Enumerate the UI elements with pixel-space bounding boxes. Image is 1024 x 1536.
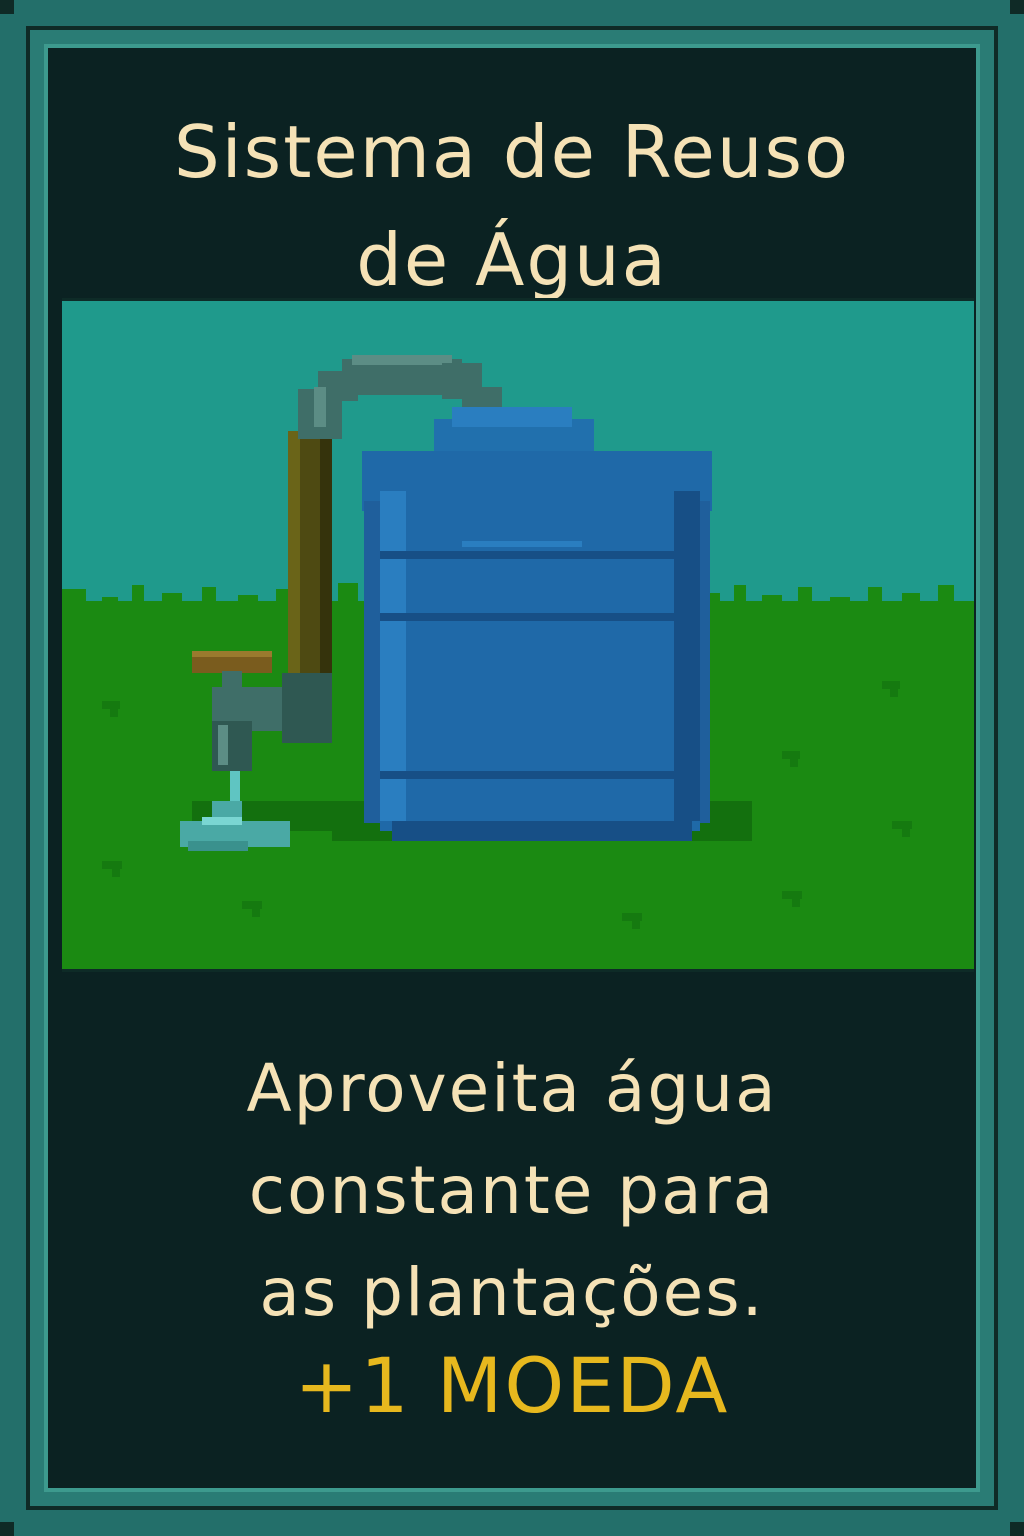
- card-description-line: constante para: [248, 1152, 776, 1229]
- frame-corner: [0, 0, 14, 14]
- game-card[interactable]: Sistema de Reuso de Água Aproveita água …: [0, 0, 1024, 1536]
- frame-corner: [1010, 0, 1024, 14]
- card-illustration: [62, 298, 974, 972]
- card-description-line: as plantações.: [259, 1254, 765, 1331]
- frame-corner: [0, 1522, 14, 1536]
- card-frame: Sistema de Reuso de Água Aproveita água …: [26, 26, 998, 1510]
- card-title: Sistema de Reuso de Água: [48, 98, 976, 314]
- reward-label: +1 MOEDA: [294, 1341, 730, 1430]
- card-title-line: Sistema de Reuso: [173, 110, 851, 194]
- card-panel: Sistema de Reuso de Água Aproveita água …: [44, 44, 980, 1492]
- card-description-line: Aproveita água: [246, 1050, 778, 1127]
- water-reuse-illustration: [62, 301, 974, 969]
- frame-corner: [1010, 1522, 1024, 1536]
- card-description: Aproveita água constante para as plantaç…: [48, 1038, 976, 1344]
- water-tank-icon: [362, 407, 712, 841]
